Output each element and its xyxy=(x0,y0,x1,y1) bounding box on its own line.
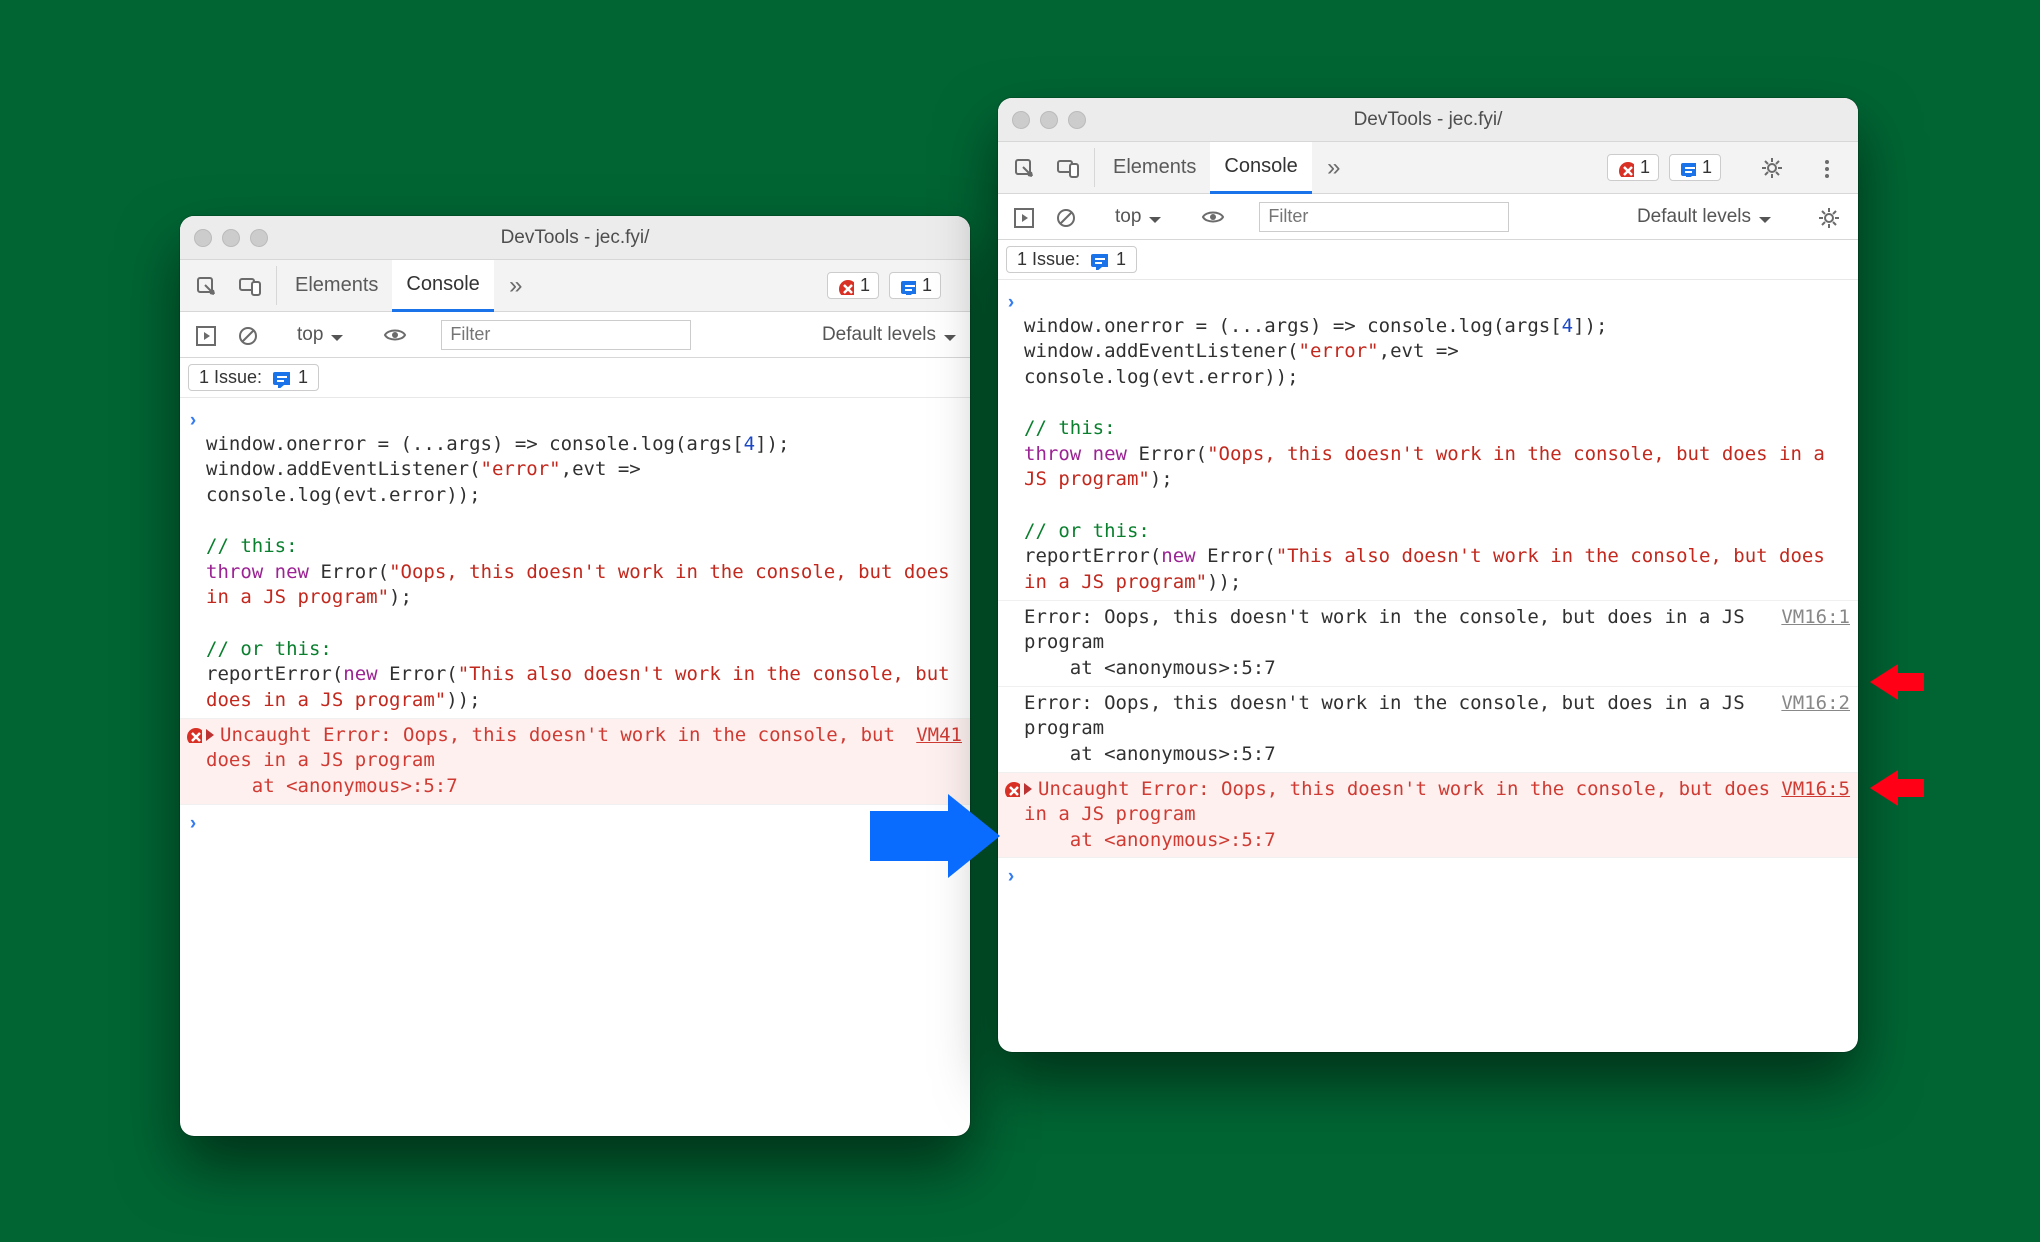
devtools-window: DevTools - jec.fyi/ Elements Console » 1… xyxy=(180,216,970,1136)
filter-input[interactable] xyxy=(441,320,691,350)
traffic-max[interactable] xyxy=(1068,111,1086,129)
levels-dropdown[interactable]: Default levels xyxy=(816,320,962,350)
tab-elements[interactable]: Elements xyxy=(1099,142,1210,193)
settings-button[interactable] xyxy=(1750,156,1794,180)
sidebar-toggle[interactable] xyxy=(1006,206,1040,228)
tab-console[interactable]: Console xyxy=(392,260,493,312)
inspect-button[interactable] xyxy=(1002,142,1046,193)
source-link[interactable]: VM41 xyxy=(908,723,962,749)
more-tabs[interactable]: » xyxy=(494,260,538,311)
arrow-annotation-icon xyxy=(1870,660,1930,704)
console-output: › window.onerror = (...args) => console.… xyxy=(180,398,970,840)
console-prompt[interactable]: › xyxy=(180,804,970,841)
console-toolbar: top Default levels xyxy=(998,194,1858,240)
window-controls[interactable] xyxy=(194,229,268,247)
devtools-window: DevTools - jec.fyi/ Elements Console » 1… xyxy=(998,98,1858,1052)
console-log[interactable]: Error: Oops, this doesn't work in the co… xyxy=(998,600,1858,686)
traffic-close[interactable] xyxy=(1012,111,1030,129)
issues-pill[interactable]: 1 Issue: 1 xyxy=(188,364,319,391)
expand-triangle-icon[interactable] xyxy=(206,729,214,741)
issues-pill[interactable]: 1 Issue: 1 xyxy=(1006,246,1137,273)
error-icon xyxy=(998,777,1024,854)
caret-down-icon xyxy=(1753,208,1771,226)
error-icon xyxy=(1616,159,1634,177)
console-output: › window.onerror = (...args) => console.… xyxy=(998,280,1858,894)
message-icon xyxy=(1088,250,1108,270)
caret-down-icon xyxy=(325,326,343,344)
issues-badge[interactable]: 1 xyxy=(1669,154,1721,181)
more-tabs[interactable]: » xyxy=(1312,142,1356,193)
code-block: window.onerror = (...args) => console.lo… xyxy=(206,406,962,714)
error-badge[interactable]: 1 xyxy=(1607,154,1659,181)
caret-down-icon xyxy=(1143,208,1161,226)
error-icon xyxy=(180,723,206,800)
titlebar: DevTools - jec.fyi/ xyxy=(998,98,1858,142)
message-icon xyxy=(270,368,290,388)
source-link[interactable]: VM16:2 xyxy=(1773,691,1850,717)
sidebar-toggle[interactable] xyxy=(188,324,222,346)
live-expressions[interactable] xyxy=(378,323,412,347)
issues-row: 1 Issue: 1 xyxy=(998,240,1858,280)
traffic-min[interactable] xyxy=(222,229,240,247)
source-link[interactable]: VM16:5 xyxy=(1773,777,1850,803)
console-error[interactable]: Uncaught Error: Oops, this doesn't work … xyxy=(180,718,970,804)
console-input-echo: › window.onerror = (...args) => console.… xyxy=(998,280,1858,600)
inspect-button[interactable] xyxy=(184,260,228,311)
error-icon xyxy=(836,277,854,295)
window-title: DevTools - jec.fyi/ xyxy=(1354,109,1503,131)
main-tabs: Elements Console » 1 1 xyxy=(998,142,1858,194)
console-error[interactable]: Uncaught Error: Oops, this doesn't work … xyxy=(998,772,1858,858)
device-toggle[interactable] xyxy=(228,260,272,311)
filter-input[interactable] xyxy=(1259,202,1509,232)
arrow-annotation-icon xyxy=(1870,766,1930,810)
titlebar: DevTools - jec.fyi/ xyxy=(180,216,970,260)
message-icon xyxy=(1678,159,1696,177)
console-prompt[interactable]: › xyxy=(998,857,1858,894)
chevron-icon: › xyxy=(180,406,206,714)
traffic-close[interactable] xyxy=(194,229,212,247)
chevron-icon: › xyxy=(998,862,1024,890)
levels-dropdown[interactable]: Default levels xyxy=(1631,202,1777,232)
main-tabs: Elements Console » 1 1 xyxy=(180,260,970,312)
live-expressions[interactable] xyxy=(1196,205,1230,229)
console-input-echo: › window.onerror = (...args) => console.… xyxy=(180,398,970,718)
console-log[interactable]: Error: Oops, this doesn't work in the co… xyxy=(998,686,1858,772)
message-icon xyxy=(898,277,916,295)
console-toolbar: top Default levels xyxy=(180,312,970,358)
context-selector[interactable]: top xyxy=(291,320,349,350)
issues-row: 1 Issue: 1 xyxy=(180,358,970,398)
chevron-icon: › xyxy=(998,288,1024,596)
clear-console[interactable] xyxy=(232,324,262,346)
console-settings[interactable] xyxy=(1806,206,1850,228)
traffic-min[interactable] xyxy=(1040,111,1058,129)
source-link[interactable]: VM16:1 xyxy=(1773,605,1850,631)
code-block: window.onerror = (...args) => console.lo… xyxy=(1024,288,1850,596)
issues-badge[interactable]: 1 xyxy=(889,272,941,299)
expand-triangle-icon[interactable] xyxy=(1024,783,1032,795)
clear-console[interactable] xyxy=(1050,206,1080,228)
tab-console[interactable]: Console xyxy=(1210,142,1311,194)
window-title: DevTools - jec.fyi/ xyxy=(501,227,650,249)
caret-down-icon xyxy=(938,326,956,344)
tab-elements[interactable]: Elements xyxy=(281,260,392,311)
menu-button[interactable] xyxy=(1804,157,1848,179)
chevron-icon: › xyxy=(180,809,206,837)
window-controls[interactable] xyxy=(1012,111,1086,129)
error-badge[interactable]: 1 xyxy=(827,272,879,299)
traffic-max[interactable] xyxy=(250,229,268,247)
context-selector[interactable]: top xyxy=(1109,202,1167,232)
device-toggle[interactable] xyxy=(1046,142,1090,193)
